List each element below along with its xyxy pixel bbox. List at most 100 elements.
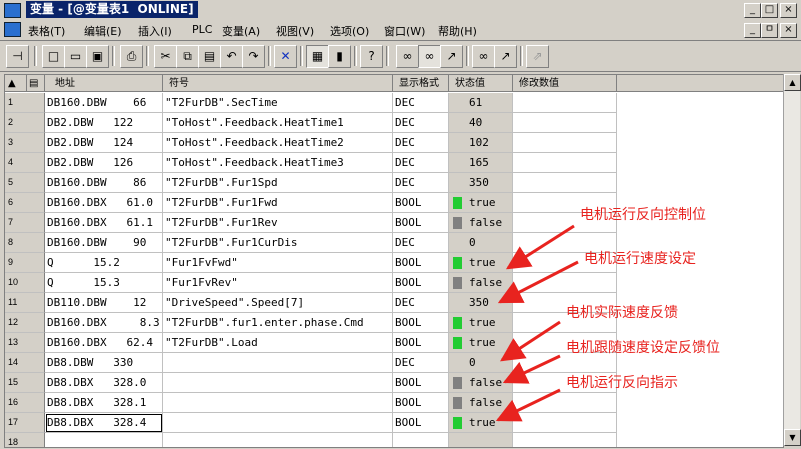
symbol-cell[interactable] xyxy=(163,353,393,373)
symbol-cell[interactable]: "ToHost".Feedback.HeatTime2 xyxy=(163,133,393,153)
menu-window[interactable]: 窗口(W) xyxy=(384,23,425,39)
format-cell[interactable]: BOOL xyxy=(393,193,449,213)
delete-icon[interactable]: ✕ xyxy=(274,45,297,68)
address-cell[interactable]: DB160.DBX 61.0 xyxy=(45,193,163,213)
pin-icon[interactable]: ⊣ xyxy=(6,45,29,68)
vertical-scrollbar[interactable]: ▲ ▼ xyxy=(783,74,801,446)
table-row[interactable]: 1 DB160.DBW 66 "T2FurDB".SecTime DEC 61 xyxy=(5,93,783,113)
format-cell[interactable]: BOOL xyxy=(393,313,449,333)
format-cell[interactable]: DEC xyxy=(393,93,449,113)
glasses-double-icon[interactable]: ∞ xyxy=(418,45,441,68)
status-value-cell[interactable]: 40 xyxy=(449,113,513,133)
symbol-cell[interactable]: "T2FurDB".Load xyxy=(163,333,393,353)
open-icon[interactable]: ▭ xyxy=(64,45,87,68)
status-value-cell[interactable]: 61 xyxy=(449,93,513,113)
status-value-cell[interactable]: false xyxy=(449,273,513,293)
symbol-cell[interactable]: "T2FurDB".Fur1Rev xyxy=(163,213,393,233)
paste-icon[interactable]: ▤ xyxy=(198,45,221,68)
address-cell[interactable]: DB160.DBW 90 xyxy=(45,233,163,253)
status-value-cell[interactable]: false xyxy=(449,213,513,233)
address-cell[interactable]: DB160.DBX 62.4 xyxy=(45,333,163,353)
address-cell[interactable] xyxy=(45,433,163,447)
address-cell[interactable]: DB110.DBW 12 xyxy=(45,293,163,313)
column-header-display-format[interactable]: 显示格式 xyxy=(393,75,449,92)
symbol-cell[interactable]: "DriveSpeed".Speed[7] xyxy=(163,293,393,313)
format-cell[interactable]: DEC xyxy=(393,173,449,193)
status-value-cell[interactable]: true xyxy=(449,413,513,433)
maximize-button[interactable]: □ xyxy=(761,3,778,18)
scroll-up-icon[interactable]: ▲ xyxy=(784,74,801,91)
symbol-cell[interactable]: "T2FurDB".Fur1Spd xyxy=(163,173,393,193)
symbol-cell[interactable]: "Fur1FvRev" xyxy=(163,273,393,293)
trigger-modify-icon[interactable]: ↗ xyxy=(494,45,517,68)
format-cell[interactable]: BOOL xyxy=(393,333,449,353)
symbol-cell[interactable]: "T2FurDB".Fur1CurDis xyxy=(163,233,393,253)
format-cell[interactable]: BOOL xyxy=(393,393,449,413)
modify-value-cell[interactable] xyxy=(513,273,617,293)
column-header-symbol[interactable]: 符号 xyxy=(163,75,393,92)
help-icon[interactable]: ? xyxy=(360,45,383,68)
table-row[interactable]: 2 DB2.DBW 122 "ToHost".Feedback.HeatTime1 D… xyxy=(5,113,783,133)
modify-value-cell[interactable] xyxy=(513,153,617,173)
status-value-cell[interactable]: 0 xyxy=(449,233,513,253)
menu-view[interactable]: 视图(V) xyxy=(276,23,314,39)
status-value-cell[interactable]: 0 xyxy=(449,353,513,373)
plc-icon[interactable]: ▮ xyxy=(328,45,351,68)
format-cell[interactable]: DEC xyxy=(393,353,449,373)
force-icon[interactable]: ⇗ xyxy=(526,45,549,68)
status-value-cell[interactable]: true xyxy=(449,333,513,353)
undo-icon[interactable]: ↶ xyxy=(220,45,243,68)
table-row[interactable]: 18 xyxy=(5,433,783,447)
format-cell[interactable]: BOOL xyxy=(393,253,449,273)
menu-plc[interactable]: PLC xyxy=(192,23,212,36)
trigger-icon[interactable]: ∞ xyxy=(472,45,495,68)
symbol-cell[interactable]: "T2FurDB".fur1.enter.phase.Cmd xyxy=(163,313,393,333)
address-cell[interactable]: DB8.DBX 328.1 xyxy=(45,393,163,413)
address-cell[interactable]: DB8.DBX 328.4 xyxy=(45,413,163,433)
status-value-cell[interactable]: false xyxy=(449,373,513,393)
mdi-close-button[interactable]: × xyxy=(780,23,797,38)
minimize-button[interactable]: _ xyxy=(744,3,761,18)
status-value-cell[interactable]: 350 xyxy=(449,293,513,313)
format-cell[interactable]: BOOL xyxy=(393,273,449,293)
address-cell[interactable]: DB2.DBW 126 xyxy=(45,153,163,173)
modify-value-cell[interactable] xyxy=(513,433,617,447)
symbol-cell[interactable]: "Fur1FvFwd" xyxy=(163,253,393,273)
table-row[interactable]: 17 DB8.DBX 328.4 BOOL true xyxy=(5,413,783,433)
close-button[interactable]: × xyxy=(780,3,797,18)
format-cell[interactable]: DEC xyxy=(393,153,449,173)
format-cell[interactable]: DEC xyxy=(393,133,449,153)
address-cell[interactable]: DB160.DBX 61.1 xyxy=(45,213,163,233)
format-cell[interactable]: DEC xyxy=(393,233,449,253)
menu-variable[interactable]: 变量(A) xyxy=(222,23,260,39)
symbol-cell[interactable]: "T2FurDB".Fur1Fwd xyxy=(163,193,393,213)
menu-help[interactable]: 帮助(H) xyxy=(438,23,477,39)
modify-value-cell[interactable] xyxy=(513,133,617,153)
glasses-icon[interactable]: ∞ xyxy=(396,45,419,68)
copy-icon[interactable]: ⧉ xyxy=(176,45,199,68)
format-cell[interactable]: DEC xyxy=(393,113,449,133)
modify-icon[interactable]: ↗ xyxy=(440,45,463,68)
scroll-down-icon[interactable]: ▼ xyxy=(784,429,801,446)
address-cell[interactable]: DB8.DBW 330 xyxy=(45,353,163,373)
symbol-cell[interactable]: "ToHost".Feedback.HeatTime1 xyxy=(163,113,393,133)
column-header-address[interactable]: 地址 xyxy=(45,75,163,92)
symbol-cell[interactable] xyxy=(163,433,393,447)
table-row[interactable]: 16 DB8.DBX 328.1 BOOL false xyxy=(5,393,783,413)
address-cell[interactable]: DB8.DBX 328.0 xyxy=(45,373,163,393)
status-value-cell[interactable]: false xyxy=(449,393,513,413)
format-cell[interactable]: BOOL xyxy=(393,413,449,433)
status-value-cell[interactable]: true xyxy=(449,253,513,273)
status-value-cell[interactable]: 102 xyxy=(449,133,513,153)
save-icon[interactable]: ▣ xyxy=(86,45,109,68)
redo-icon[interactable]: ↷ xyxy=(242,45,265,68)
symbol-cell[interactable] xyxy=(163,373,393,393)
modify-value-cell[interactable] xyxy=(513,413,617,433)
modify-value-cell[interactable] xyxy=(513,93,617,113)
format-cell[interactable] xyxy=(393,433,449,447)
column-header-status-value[interactable]: 状态值 xyxy=(449,75,513,92)
menu-options[interactable]: 选项(O) xyxy=(330,23,369,39)
table-row[interactable]: 5 DB160.DBW 86 "T2FurDB".Fur1Spd DEC 350 xyxy=(5,173,783,193)
mdi-restore-button[interactable]: ㅁ xyxy=(761,23,778,38)
menu-table[interactable]: 表格(T) xyxy=(28,23,65,39)
